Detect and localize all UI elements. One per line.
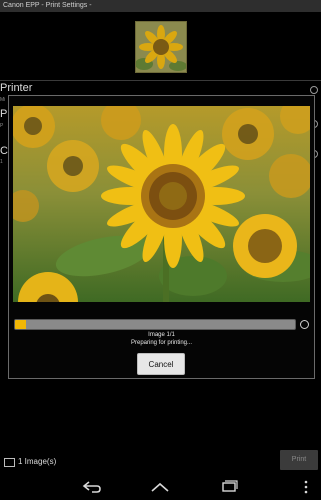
image-icon	[4, 457, 15, 467]
paper-section-label: P	[0, 108, 8, 120]
copies-section-value: 1	[0, 159, 3, 165]
recent-apps-icon[interactable]	[219, 480, 239, 494]
system-navigation-bar	[0, 476, 321, 500]
image-counter-text: Image 1/1	[148, 332, 175, 338]
window-title: Canon EPP - Print Settings -	[0, 0, 321, 12]
print-preview-photo	[13, 106, 310, 302]
sunflower-photo-image	[13, 106, 310, 302]
image-count-row: 1 Image(s)	[4, 456, 56, 468]
printer-section-label: Printer	[0, 82, 33, 94]
print-button[interactable]: Print	[280, 450, 318, 470]
paper-section-value: P	[0, 123, 4, 129]
divider	[0, 80, 321, 81]
selected-image-thumbnail[interactable]	[135, 21, 187, 73]
image-count-text: 1 Image(s)	[18, 457, 57, 466]
copies-section-label: C	[0, 145, 8, 157]
printer-section-value: Mi	[0, 97, 6, 103]
overflow-menu-icon[interactable]	[303, 480, 309, 494]
printer-expand-icon[interactable]	[310, 86, 318, 94]
print-status-text: Preparing for printing...	[130, 340, 193, 346]
sunflower-thumbnail-image	[136, 22, 186, 72]
print-progress-dialog: Image 1/1 Preparing for printing... Canc…	[8, 95, 315, 379]
print-progress-bar	[14, 319, 296, 330]
loading-spinner-icon	[300, 320, 309, 329]
home-icon[interactable]	[150, 480, 170, 494]
cancel-button[interactable]: Cancel	[137, 353, 185, 375]
print-progress-fill	[15, 320, 27, 329]
back-icon[interactable]	[82, 480, 102, 494]
